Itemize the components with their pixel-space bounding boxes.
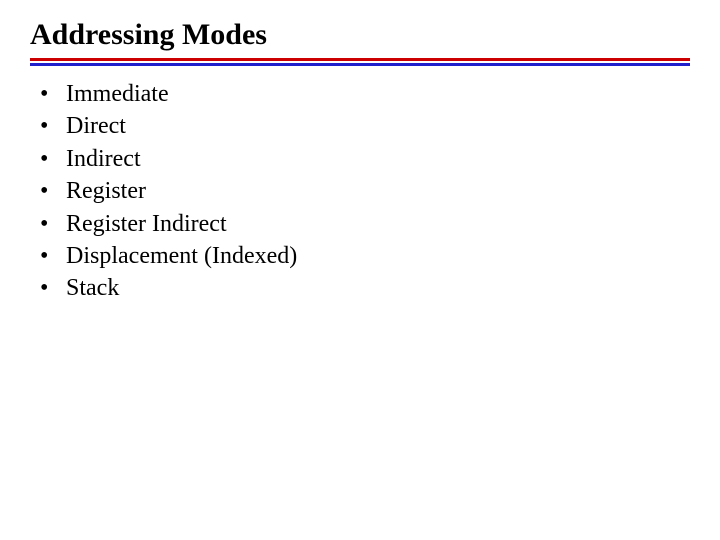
list-item-label: Register Indirect bbox=[66, 208, 227, 240]
list-item: •Register bbox=[40, 175, 690, 207]
bullet-icon: • bbox=[40, 110, 66, 142]
list-item: •Direct bbox=[40, 110, 690, 142]
list-item: •Immediate bbox=[40, 78, 690, 110]
bullet-icon: • bbox=[40, 240, 66, 272]
list-item-label: Immediate bbox=[66, 78, 169, 110]
slide-title: Addressing Modes bbox=[30, 18, 690, 52]
list-item: •Indirect bbox=[40, 143, 690, 175]
list-item-label: Register bbox=[66, 175, 146, 207]
bullet-icon: • bbox=[40, 272, 66, 304]
list-item-label: Stack bbox=[66, 272, 119, 304]
list-item-label: Displacement (Indexed) bbox=[66, 240, 297, 272]
bullet-icon: • bbox=[40, 78, 66, 110]
title-divider bbox=[30, 58, 690, 66]
list-item-label: Indirect bbox=[66, 143, 141, 175]
bullet-list: •Immediate •Direct •Indirect •Register •… bbox=[40, 78, 690, 305]
list-item: •Displacement (Indexed) bbox=[40, 240, 690, 272]
list-item-label: Direct bbox=[66, 110, 126, 142]
list-item: •Stack bbox=[40, 272, 690, 304]
bullet-icon: • bbox=[40, 208, 66, 240]
list-item: •Register Indirect bbox=[40, 208, 690, 240]
bullet-icon: • bbox=[40, 175, 66, 207]
bullet-icon: • bbox=[40, 143, 66, 175]
